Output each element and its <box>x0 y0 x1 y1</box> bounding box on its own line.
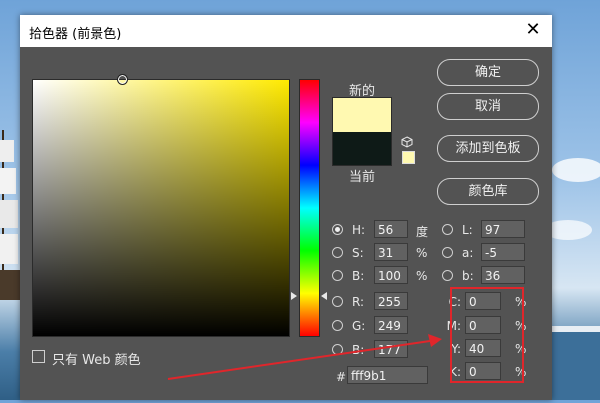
current-color-label: 当前 <box>349 170 376 185</box>
background-sky-sea <box>544 0 600 400</box>
label-rgb-b: B: <box>352 343 365 357</box>
hue-slider[interactable] <box>299 79 320 337</box>
input-k[interactable]: 0 <box>465 362 501 380</box>
cmyk-row-c: C: 0 % <box>445 292 535 312</box>
radio-b[interactable] <box>332 270 343 281</box>
cmyk-row-k: K: 0 % <box>445 362 535 382</box>
label-r: R: <box>352 295 365 309</box>
hue-slider-left-arrow-icon[interactable] <box>291 292 297 300</box>
color-field-cursor[interactable] <box>117 74 128 85</box>
cancel-button[interactable]: 取消 <box>437 93 539 120</box>
color-field[interactable] <box>32 74 290 337</box>
label-c: C: <box>448 295 461 309</box>
radio-s[interactable] <box>332 247 343 258</box>
radio-g[interactable] <box>332 320 343 331</box>
add-to-swatches-button[interactable]: 添加到色板 <box>437 135 539 162</box>
hex-label: # <box>336 370 347 384</box>
current-color-swatch[interactable] <box>332 132 392 166</box>
hsb-row-s: S: 31 % <box>332 243 432 263</box>
dialog-title: 拾色器 (前景色) <box>29 27 122 42</box>
input-a[interactable]: -5 <box>481 243 525 261</box>
radio-lab-b[interactable] <box>442 270 453 281</box>
input-s[interactable]: 31 <box>374 243 408 261</box>
label-lab-b: b: <box>462 269 474 283</box>
background-ship-area <box>0 0 22 400</box>
unit-b: % <box>416 269 428 283</box>
rgb-row-b: B: 177 <box>332 340 422 360</box>
radio-a[interactable] <box>442 247 453 258</box>
title-bar: 拾色器 (前景色) ✕ <box>20 15 552 47</box>
cmyk-row-m: M: 0 % <box>445 316 535 336</box>
label-b: B: <box>352 269 365 283</box>
label-h: H: <box>352 223 366 237</box>
input-b[interactable]: 100 <box>374 266 408 284</box>
input-l[interactable]: 97 <box>481 220 525 238</box>
input-c[interactable]: 0 <box>465 292 501 310</box>
ok-button[interactable]: 确定 <box>437 59 539 86</box>
input-rgb-b[interactable]: 177 <box>374 340 408 358</box>
hue-slider-right-arrow-icon[interactable] <box>321 292 327 300</box>
hex-input[interactable]: fff9b1 <box>347 366 428 384</box>
unit-h: 度 <box>416 225 429 239</box>
new-color-swatch <box>332 97 392 133</box>
rgb-row-g: G: 249 <box>332 316 422 336</box>
input-h[interactable]: 56 <box>374 220 408 238</box>
unit-m: % <box>515 319 527 333</box>
input-g[interactable]: 249 <box>374 316 408 334</box>
lab-row-l: L: 97 <box>442 220 532 240</box>
label-m: M: <box>446 319 461 333</box>
cube-icon[interactable] <box>401 136 413 148</box>
color-picker-dialog: 拾色器 (前景色) ✕ 新的 当前 确定 取消 添加到色板 颜色库 H: 56 … <box>20 15 552 400</box>
web-only-checkbox[interactable] <box>32 350 45 363</box>
input-y[interactable]: 40 <box>465 339 501 357</box>
input-lab-b[interactable]: 36 <box>481 266 525 284</box>
unit-c: % <box>515 295 527 309</box>
input-m[interactable]: 0 <box>465 316 501 334</box>
lab-row-b: b: 36 <box>442 266 532 286</box>
label-g: G: <box>352 319 366 333</box>
radio-r[interactable] <box>332 296 343 307</box>
hsb-row-h: H: 56 度 <box>332 220 432 240</box>
unit-k: % <box>515 365 527 379</box>
label-y: Y: <box>451 342 461 356</box>
web-safe-swatch-icon[interactable] <box>402 151 415 164</box>
input-r[interactable]: 255 <box>374 292 408 310</box>
color-libraries-button[interactable]: 颜色库 <box>437 178 539 205</box>
lab-row-a: a: -5 <box>442 243 532 263</box>
label-a: a: <box>462 246 474 260</box>
close-icon[interactable]: ✕ <box>522 19 544 41</box>
radio-rgb-b[interactable] <box>332 344 343 355</box>
unit-s: % <box>416 246 428 260</box>
radio-h[interactable] <box>332 224 343 235</box>
hsb-row-b: B: 100 % <box>332 266 432 286</box>
radio-l[interactable] <box>442 224 453 235</box>
rgb-row-r: R: 255 <box>332 292 422 312</box>
cmyk-row-y: Y: 40 % <box>445 339 535 359</box>
label-l: L: <box>462 223 473 237</box>
label-s: S: <box>352 246 364 260</box>
web-only-label: 只有 Web 颜色 <box>52 353 141 368</box>
label-k: K: <box>449 365 461 379</box>
unit-y: % <box>515 342 527 356</box>
sailing-ship-image <box>0 130 20 300</box>
